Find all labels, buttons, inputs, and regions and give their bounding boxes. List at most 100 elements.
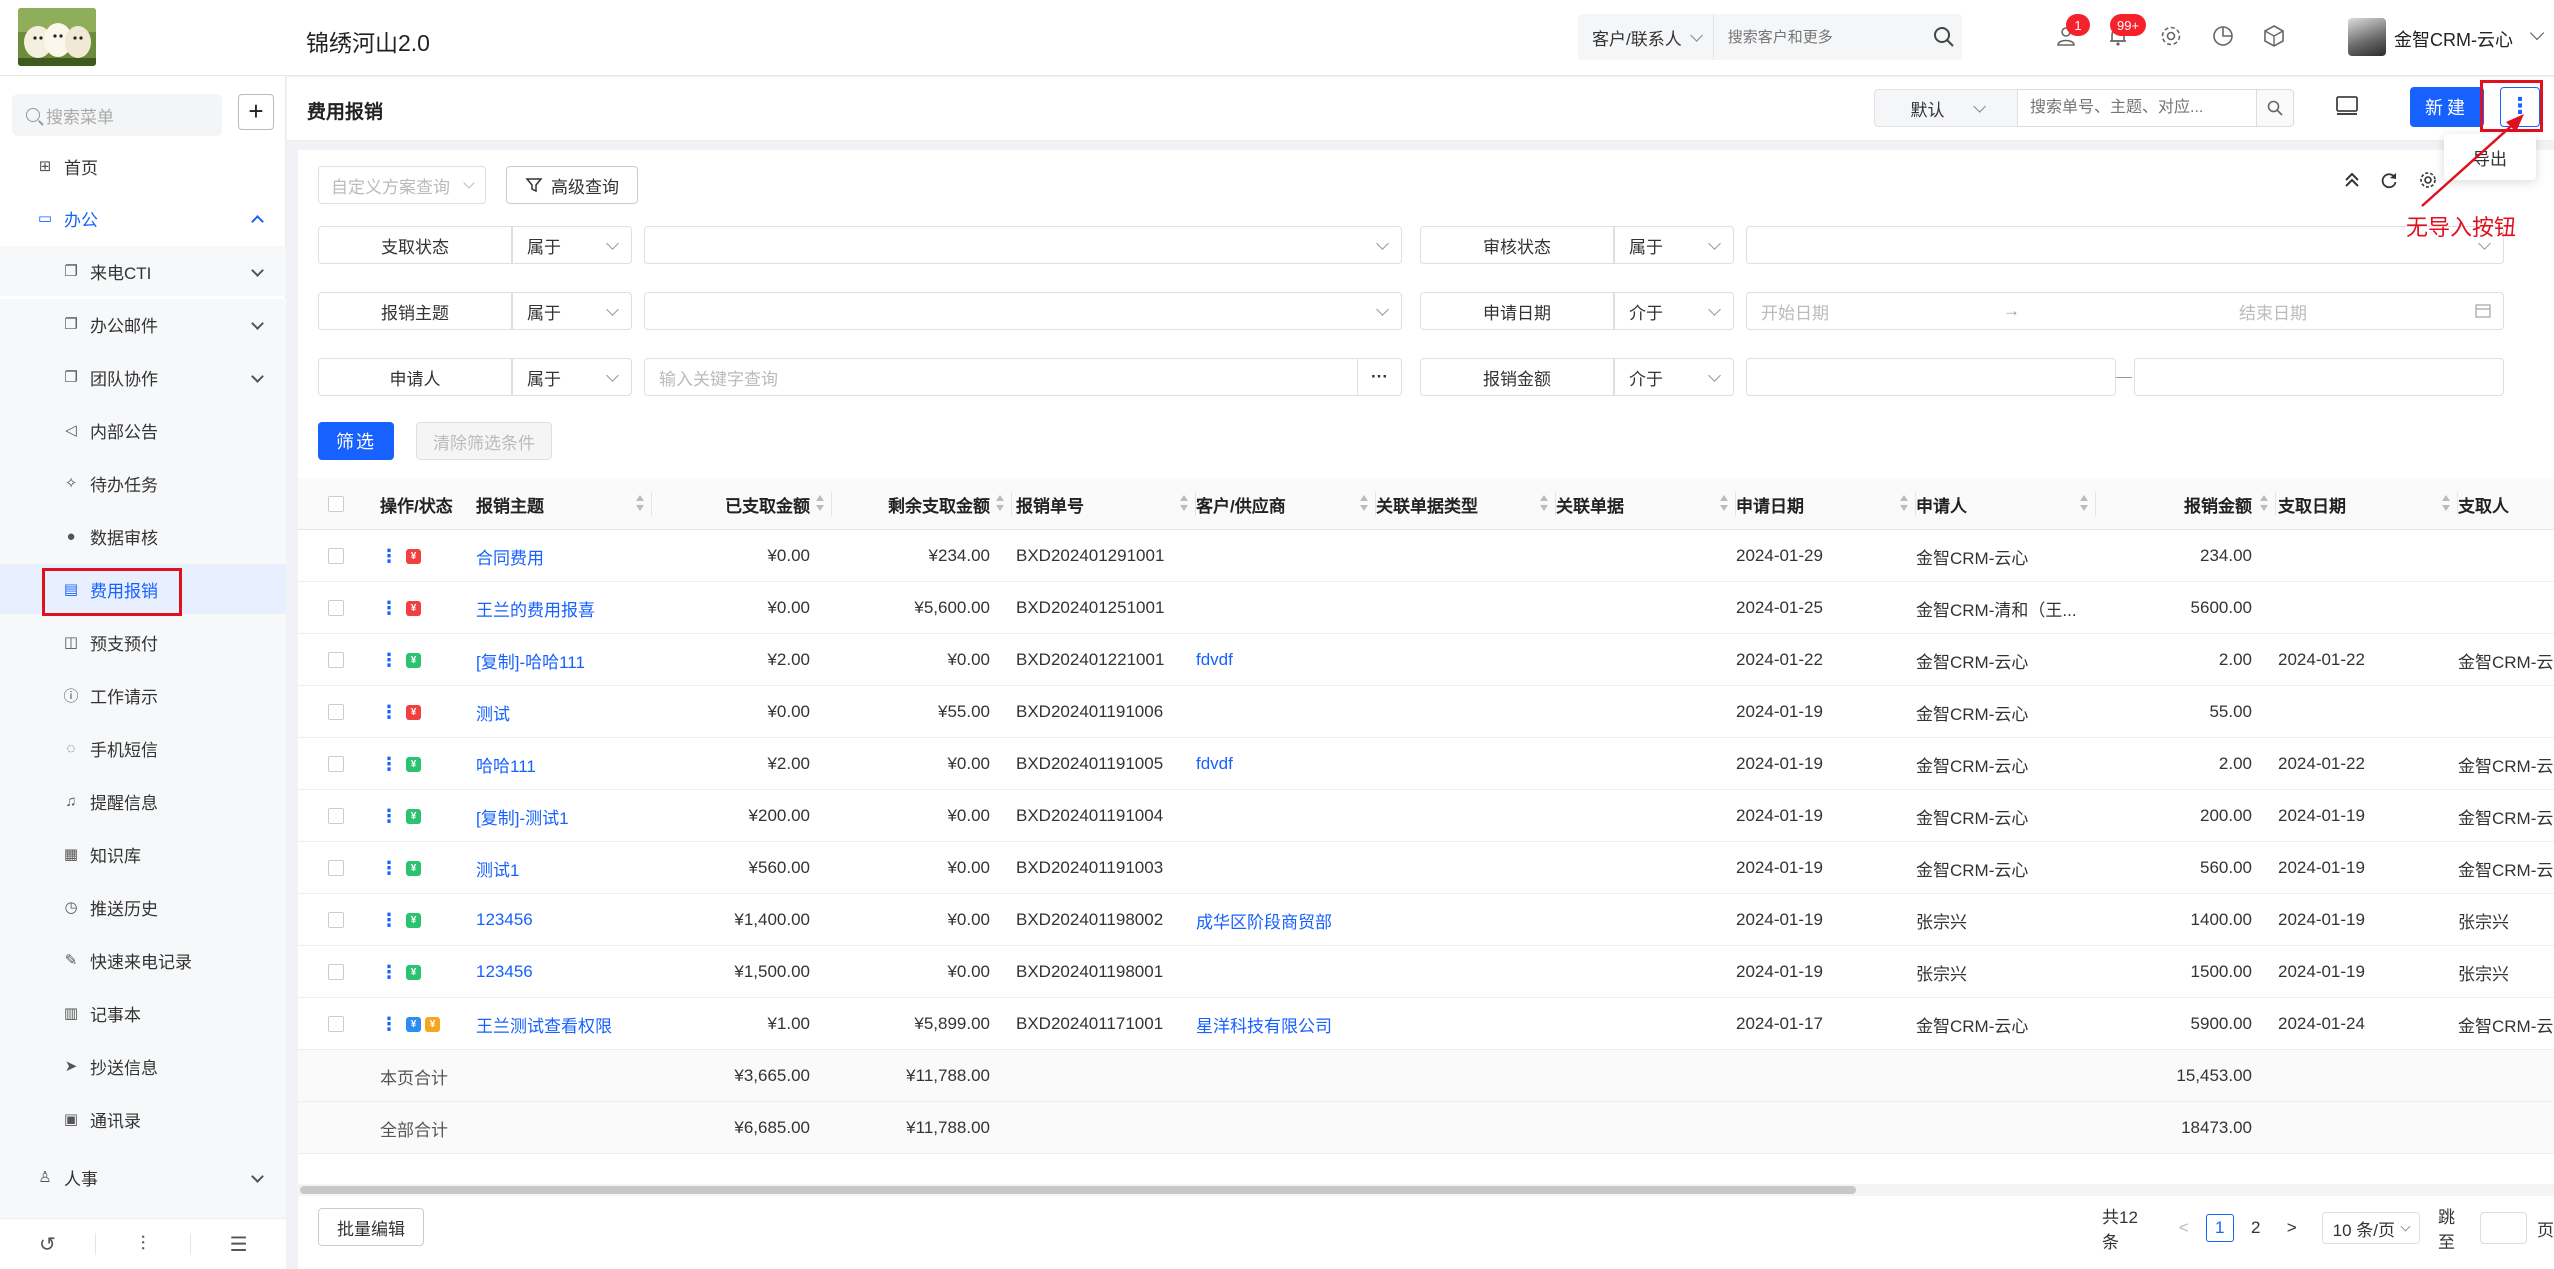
quick-search-input[interactable] [2018, 89, 2264, 127]
sidebar-item-hr[interactable]: ♙ 人事 [0, 1152, 286, 1202]
sidebar-item-cti[interactable]: ❐ 来电CTI [0, 246, 286, 296]
sidebar-item-office[interactable]: ▭ 办公 [0, 193, 286, 243]
row-actions-icon[interactable]: ⋮ [380, 962, 398, 983]
sidebar-item-reminder[interactable]: ♫ 提醒信息 [0, 776, 286, 826]
row-actions-icon[interactable]: ⋮ [380, 702, 398, 723]
scrollbar-thumb[interactable] [300, 1186, 1856, 1194]
cell-subject-link[interactable]: [复制]-测试1 [476, 804, 569, 829]
row-checkbox[interactable] [328, 704, 344, 720]
cell-subject-link[interactable]: 测试1 [476, 856, 519, 881]
app-logo[interactable] [18, 8, 96, 66]
filter-op-apply-date[interactable]: 介于 [1614, 292, 1734, 330]
page-1-button[interactable]: 1 [2205, 1214, 2234, 1242]
collapse-menu-icon[interactable]: ☰ [191, 1219, 286, 1269]
sidebar-item-cc[interactable]: ➤ 抄送信息 [0, 1041, 286, 1091]
col-rel-type[interactable]: 关联单据类型 [1376, 478, 1556, 530]
sidebar-item-quick-call[interactable]: ✎ 快速来电记录 [0, 935, 286, 985]
amount-max-input[interactable] [2134, 358, 2504, 396]
monitor-icon[interactable] [2335, 95, 2363, 121]
sliders-icon[interactable]: ⫶ [96, 1219, 191, 1269]
cell-subject-link[interactable]: 合同费用 [476, 544, 544, 569]
filter-value-subject[interactable] [644, 292, 1402, 330]
row-actions-icon[interactable]: ⋮ [380, 754, 398, 775]
global-search-input[interactable] [1713, 28, 1927, 46]
end-date-input[interactable]: 结束日期 [2239, 299, 2307, 324]
filter-value-audit-status[interactable] [1746, 226, 2504, 264]
row-actions-icon[interactable]: ⋮ [380, 650, 398, 671]
advanced-query-button[interactable]: 高级查询 [506, 166, 638, 204]
filter-op-applicant[interactable]: 属于 [512, 358, 632, 396]
date-range-picker[interactable]: 开始日期 → 结束日期 [1746, 292, 2504, 330]
sidebar-item-knowledge[interactable]: ▦ 知识库 [0, 829, 286, 879]
table-row[interactable]: ⋮ ¥ 哈哈111 ¥2.00 ¥0.00 BXD202401191005 fdvdf 202… [298, 738, 2554, 790]
filter-value-pay-status[interactable] [644, 226, 1402, 264]
sidebar-item-advance[interactable]: ◫ 预支预付 [0, 617, 286, 667]
table-row[interactable]: ⋮ ¥ [复制]-测试1 ¥200.00 ¥0.00 BXD202401191004 202… [298, 790, 2554, 842]
user-name[interactable]: 金智CRM-云心 [2394, 26, 2513, 52]
amount-min-input[interactable] [1746, 358, 2116, 396]
page-size-select[interactable]: 10 条/页 [2321, 1212, 2421, 1244]
row-actions-icon[interactable]: ⋮ [380, 546, 398, 567]
col-customer[interactable]: 客户/供应商 [1196, 478, 1376, 530]
scheme-select[interactable]: 默认 [1874, 89, 2018, 127]
cell-customer-link[interactable]: fdvdf [1196, 650, 1233, 670]
table-row[interactable]: ⋮ ¥123456 ¥1,400.00 ¥0.00 BXD202401198002 成华区… [298, 894, 2554, 946]
table-row[interactable]: ⋮ ¥ ¥ 王兰测试查看权限 ¥1.00 ¥5,899.00 BXD202401171001… [298, 998, 2554, 1050]
row-checkbox[interactable] [328, 652, 344, 668]
search-icon[interactable] [2256, 89, 2294, 127]
sidebar-item-audit[interactable]: ● 数据审核 [0, 511, 286, 561]
refresh-icon[interactable] [2379, 170, 2399, 196]
sidebar-item-request[interactable]: ⓘ 工作请示 [0, 670, 286, 720]
row-actions-icon[interactable]: ⋮ [380, 806, 398, 827]
col-pay-date[interactable]: 支取日期 [2278, 478, 2458, 530]
sidebar-item-sms[interactable]: ◌ 手机短信 [0, 723, 286, 773]
user-avatar[interactable] [2348, 18, 2386, 56]
start-date-input[interactable]: 开始日期 [1761, 299, 1829, 324]
sidebar-item-todo[interactable]: ✧ 待办任务 [0, 458, 286, 508]
row-checkbox[interactable] [328, 860, 344, 876]
cell-subject-link[interactable]: 测试 [476, 700, 510, 725]
sidebar-item-push-history[interactable]: ◷ 推送历史 [0, 882, 286, 932]
page-2-button[interactable]: 2 [2242, 1214, 2270, 1242]
sidebar-item-home[interactable]: ⊞ 首页 [0, 141, 286, 191]
row-actions-icon[interactable]: ⋮ [380, 598, 398, 619]
cell-customer-link[interactable]: 星洋科技有限公司 [1196, 1012, 1332, 1037]
next-page-button[interactable]: > [2278, 1214, 2306, 1242]
sidebar-item-contacts[interactable]: ▣ 通讯录 [0, 1094, 286, 1144]
cube-icon[interactable] [2260, 22, 2288, 50]
row-checkbox[interactable] [328, 808, 344, 824]
chevron-down-icon[interactable] [2529, 25, 2545, 41]
more-dots-icon[interactable]: ··· [1357, 359, 1401, 395]
row-checkbox[interactable] [328, 964, 344, 980]
col-applicant[interactable]: 申请人 [1916, 478, 2096, 530]
col-rel[interactable]: 关联单据 [1556, 478, 1736, 530]
filter-op-pay-status[interactable]: 属于 [512, 226, 632, 264]
col-remain[interactable]: 剩余支取金额 [832, 478, 1012, 530]
batch-edit-button[interactable]: 批量编辑 [318, 1208, 424, 1246]
search-type-select[interactable]: 客户/联系人 [1578, 14, 1714, 60]
row-checkbox[interactable] [328, 600, 344, 616]
row-actions-icon[interactable]: ⋮ [380, 910, 398, 931]
col-no[interactable]: 报销单号 [1016, 478, 1196, 530]
sidebar-item-team[interactable]: ❐ 团队协作 [0, 352, 286, 402]
cell-subject-link[interactable]: 123456 [476, 962, 533, 982]
horizontal-scrollbar[interactable] [298, 1184, 2554, 1196]
col-date[interactable]: 申请日期 [1736, 478, 1916, 530]
filter-value-applicant[interactable]: 输入关键字查询 ··· [644, 358, 1402, 396]
filter-button[interactable]: 筛选 [318, 422, 394, 460]
table-row[interactable]: ⋮ ¥ 合同费用 ¥0.00 ¥234.00 BXD202401291001 2024-01… [298, 530, 2554, 582]
row-actions-icon[interactable]: ⋮ [380, 858, 398, 879]
col-subject[interactable]: 报销主题 [476, 478, 652, 530]
table-row[interactable]: ⋮ ¥123456 ¥1,500.00 ¥0.00 BXD202401198001 202… [298, 946, 2554, 998]
sidebar-item-announcement[interactable]: ◁ 内部公告 [0, 405, 286, 455]
row-checkbox[interactable] [328, 548, 344, 564]
col-paid[interactable]: 已支取金额 [652, 478, 832, 530]
cell-customer-link[interactable]: 成华区阶段商贸部 [1196, 908, 1332, 933]
history-icon[interactable]: ↺ [0, 1219, 95, 1269]
cell-customer-link[interactable]: fdvdf [1196, 754, 1233, 774]
add-menu-button[interactable]: + [238, 94, 274, 130]
sidebar-item-notebook[interactable]: ▥ 记事本 [0, 988, 286, 1038]
pie-chart-icon[interactable] [2209, 22, 2237, 50]
collapse-up-icon[interactable] [2342, 170, 2362, 196]
cell-subject-link[interactable]: 哈哈111 [476, 752, 536, 777]
